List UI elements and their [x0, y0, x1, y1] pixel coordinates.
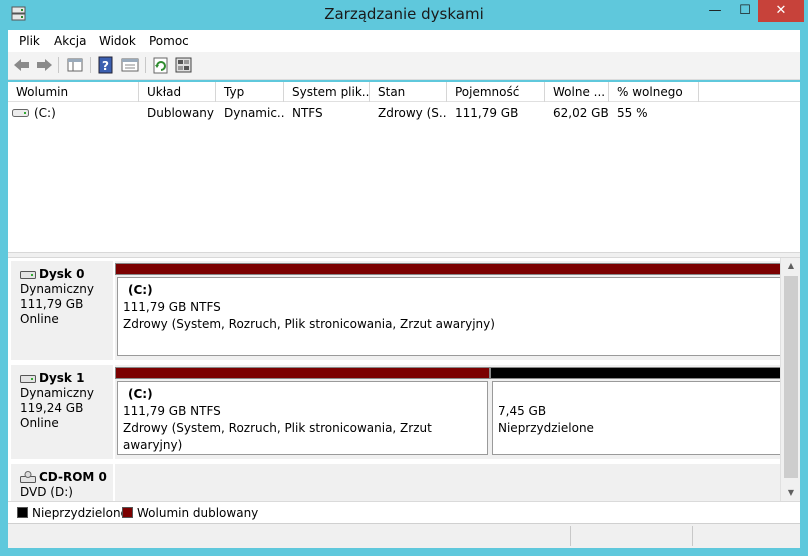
- toolbar: ?: [8, 52, 800, 80]
- cell-volume: (C:): [34, 106, 56, 120]
- title-bar[interactable]: Zarządzanie dyskami — ☐ ✕: [0, 0, 808, 30]
- disk-name-1: Dysk 1: [20, 371, 113, 386]
- status-bar-divider: [692, 526, 693, 546]
- help-icon[interactable]: ?: [96, 56, 116, 74]
- status-bar-divider: [570, 526, 571, 546]
- disk-1-partitions: (C:) 111,79 GB NTFS Zdrowy (System, Rozr…: [115, 365, 785, 459]
- partition-size-fs: 7,45 GB: [498, 404, 547, 418]
- console-tree-icon[interactable]: [65, 56, 85, 74]
- disk-0-partitions: (C:) 111,79 GB NTFS Zdrowy (System, Rozr…: [115, 261, 785, 360]
- menu-item-pomoc[interactable]: Pomoc: [149, 34, 189, 48]
- partition-box: (C:) 111,79 GB NTFS Zdrowy (System, Rozr…: [117, 277, 783, 356]
- partition-status: Nieprzydzielone: [498, 421, 594, 435]
- disk-1-size: 119,24 GB: [20, 401, 84, 415]
- maximize-button[interactable]: ☐: [732, 0, 758, 22]
- column-header-filesystem[interactable]: System plik...: [284, 82, 370, 102]
- scroll-up-icon[interactable]: ▲: [781, 258, 801, 274]
- disk-name-cdrom: CD-ROM 0: [20, 470, 113, 485]
- table-row[interactable]: (C:) Dublowany Dynamic... NTFS Zdrowy (S…: [8, 104, 800, 122]
- partition-size-fs: 111,79 GB NTFS: [123, 404, 221, 418]
- partition-status: Zdrowy (System, Rozruch, Plik stronicowa…: [123, 421, 432, 452]
- partition-box: (C:) 111,79 GB NTFS Zdrowy (System, Rozr…: [117, 381, 488, 455]
- scroll-down-icon[interactable]: ▼: [781, 485, 801, 501]
- toolbar-separator: [145, 57, 146, 73]
- disk-row-1: Dysk 1 Dynamiczny 119,24 GB Online (C:) …: [8, 362, 788, 461]
- partition-box: 7,45 GB Nieprzydzielone: [492, 381, 783, 455]
- volume-list-header: Wolumin Układ Typ System plik... Stan Po…: [8, 82, 800, 102]
- scroll-thumb[interactable]: [784, 276, 798, 478]
- column-header-capacity[interactable]: Pojemność: [447, 82, 545, 102]
- refresh-icon[interactable]: [151, 56, 171, 74]
- legend-swatch-mirrored: [122, 507, 133, 518]
- disk-0-name: Dysk 0: [39, 267, 85, 281]
- partition-bar: [115, 367, 490, 379]
- partition-volume-name: (C:): [128, 387, 153, 401]
- disk-management-window: Zarządzanie dyskami — ☐ ✕ Plik Akcja Wid…: [0, 0, 808, 556]
- cdrom-name: CD-ROM 0: [39, 470, 107, 484]
- menu-bar: Plik Akcja Widok Pomoc: [8, 30, 800, 52]
- status-bar: [8, 523, 800, 548]
- cell-layout: Dublowany: [147, 106, 215, 120]
- disk-row-0: Dysk 0 Dynamiczny 111,79 GB Online (C:) …: [8, 258, 788, 362]
- column-header-type[interactable]: Typ: [216, 82, 284, 102]
- disk-0-state: Online: [20, 312, 59, 326]
- column-header-free[interactable]: Wolne ...: [545, 82, 609, 102]
- partition-disk1-unallocated[interactable]: 7,45 GB Nieprzydzielone: [490, 365, 785, 455]
- legend-label-mirrored: Wolumin dublowany: [137, 506, 259, 520]
- disk-label-0[interactable]: Dysk 0 Dynamiczny 111,79 GB Online: [11, 261, 113, 360]
- window-title: Zarządzanie dyskami: [324, 5, 484, 23]
- cell-percent-free: 55 %: [617, 106, 648, 120]
- cdrom-area: [115, 464, 785, 501]
- column-header-layout[interactable]: Układ: [139, 82, 216, 102]
- cell-status: Zdrowy (S...: [378, 106, 447, 120]
- disk-1-kind: Dynamiczny: [20, 386, 94, 400]
- partition-disk1-c[interactable]: (C:) 111,79 GB NTFS Zdrowy (System, Rozr…: [115, 365, 490, 455]
- disk-label-cdrom[interactable]: CD-ROM 0 DVD (D:): [11, 464, 113, 501]
- menu-item-plik[interactable]: Plik: [19, 34, 40, 48]
- close-button[interactable]: ✕: [758, 0, 804, 22]
- vertical-scrollbar[interactable]: ▲ ▼: [780, 258, 800, 501]
- legend-swatch-unallocated: [17, 507, 28, 518]
- cell-filesystem: NTFS: [292, 106, 323, 120]
- disk-1-state: Online: [20, 416, 59, 430]
- cdrom-icon: [20, 471, 36, 483]
- disk-label-1[interactable]: Dysk 1 Dynamiczny 119,24 GB Online: [11, 365, 113, 459]
- rescan-disks-icon[interactable]: [174, 56, 194, 74]
- toolbar-separator: [58, 57, 59, 73]
- forward-arrow-icon[interactable]: [34, 56, 54, 74]
- volume-list: Wolumin Układ Typ System plik... Stan Po…: [8, 82, 800, 252]
- svg-text:?: ?: [102, 59, 109, 73]
- menu-item-akcja[interactable]: Akcja: [54, 34, 86, 48]
- partition-status: Zdrowy (System, Rozruch, Plik stronicowa…: [123, 317, 495, 331]
- partition-volume-name: (C:): [128, 283, 153, 297]
- disk-0-size: 111,79 GB: [20, 297, 84, 311]
- minimize-button[interactable]: —: [698, 0, 732, 22]
- partition-disk0-c[interactable]: (C:) 111,79 GB NTFS Zdrowy (System, Rozr…: [115, 261, 785, 356]
- cell-free: 62,02 GB: [553, 106, 609, 120]
- disk-graphical-view: Dysk 0 Dynamiczny 111,79 GB Online (C:) …: [8, 258, 788, 501]
- partition-bar: [115, 263, 785, 275]
- properties-icon[interactable]: [120, 56, 140, 74]
- back-arrow-icon[interactable]: [12, 56, 32, 74]
- cell-type: Dynamic...: [224, 106, 284, 120]
- column-header-status[interactable]: Stan: [370, 82, 447, 102]
- partition-bar: [490, 367, 785, 379]
- column-header-percent-free[interactable]: % wolnego: [609, 82, 699, 102]
- menu-item-widok[interactable]: Widok: [99, 34, 136, 48]
- disk-0-kind: Dynamiczny: [20, 282, 94, 296]
- toolbar-separator: [90, 57, 91, 73]
- cell-capacity: 111,79 GB: [455, 106, 519, 120]
- legend: Nieprzydzielone Wolumin dublowany: [8, 501, 800, 523]
- partition-size-fs: 111,79 GB NTFS: [123, 300, 221, 314]
- disk-1-name: Dysk 1: [39, 371, 85, 385]
- disk-icon: [20, 270, 36, 279]
- cdrom-kind: DVD (D:): [20, 485, 73, 499]
- column-header-volume[interactable]: Wolumin: [8, 82, 139, 102]
- disk-row-cdrom: CD-ROM 0 DVD (D:): [8, 461, 788, 501]
- disk-name-0: Dysk 0: [20, 267, 113, 282]
- legend-label-unallocated: Nieprzydzielone: [32, 506, 128, 520]
- disk-icon: [20, 374, 36, 383]
